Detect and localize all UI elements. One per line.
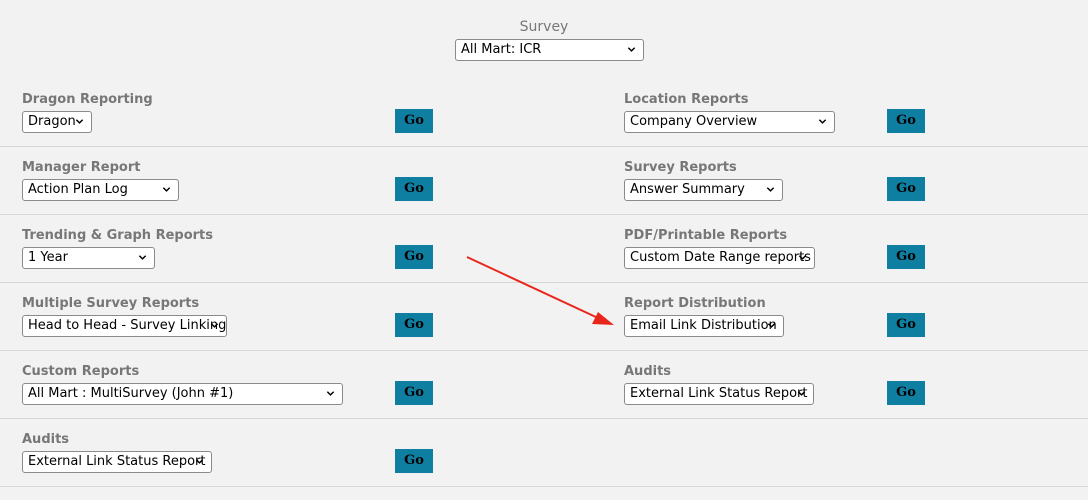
red-arrow-annotation (466, 256, 614, 325)
